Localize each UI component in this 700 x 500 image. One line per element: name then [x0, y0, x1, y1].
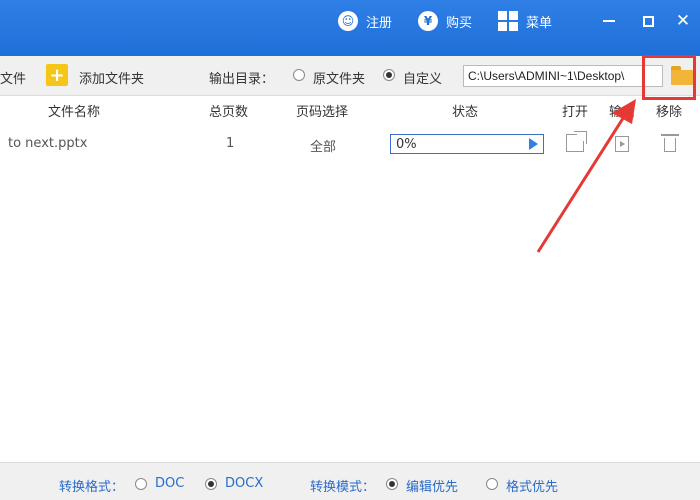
add-file-button[interactable]: 文件 — [0, 68, 26, 87]
format-doc-label[interactable]: DOC — [155, 476, 184, 491]
minimize-icon — [603, 20, 615, 22]
trash-icon[interactable] — [661, 134, 679, 152]
minimize-button[interactable] — [598, 10, 620, 32]
close-icon: ✕ — [675, 10, 691, 31]
open-arrow-icon — [574, 131, 587, 144]
option-custom-label[interactable]: 自定义 — [403, 68, 442, 87]
play-icon[interactable] — [529, 138, 538, 150]
trash-body — [664, 138, 676, 152]
menu-label: 菜单 — [526, 15, 553, 31]
output-path-field[interactable]: C:\Users\ADMINI~1\Desktop\ — [463, 65, 663, 87]
mode-edit-label[interactable]: 编辑优先 — [406, 476, 458, 495]
title-bar: ☺ 注册 ¥ 购买 菜单 ✕ — [0, 0, 700, 56]
maximize-button[interactable] — [637, 10, 659, 32]
yen-icon: ¥ — [418, 11, 438, 31]
output-dir-label: 输出目录： — [209, 72, 275, 87]
mode-format-label[interactable]: 格式优先 — [506, 476, 558, 495]
toolbar: 文件 + 添加文件夹 输出目录： 原文件夹 自定义 C:\Users\ADMIN… — [0, 56, 700, 96]
radio-edit-priority[interactable] — [386, 478, 398, 490]
radio-docx[interactable] — [205, 478, 217, 490]
row-filename: to next.pptx — [8, 136, 88, 151]
trash-lid — [661, 134, 679, 136]
header-filename[interactable]: 文件名称 — [48, 101, 100, 120]
register-label: 注册 — [366, 15, 393, 31]
header-page-select[interactable]: 页码选择 — [296, 101, 348, 120]
header-status[interactable]: 状态 — [452, 101, 478, 120]
mode-label: 转换模式： — [310, 480, 376, 495]
grid-menu-icon — [498, 11, 518, 31]
footer-bar: 转换格式： DOC DOCX 转换模式： 编辑优先 格式优先 — [0, 462, 700, 500]
user-icon: ☺ — [338, 11, 358, 31]
highlight-box — [642, 55, 696, 100]
radio-original-folder[interactable] — [293, 69, 305, 81]
menu-button[interactable]: 菜单 — [498, 10, 552, 32]
radio-format-priority[interactable] — [486, 478, 498, 490]
header-pages[interactable]: 总页数 — [209, 101, 248, 120]
radio-custom-folder[interactable] — [383, 69, 395, 81]
export-arrow-icon — [620, 141, 628, 147]
progress-text: 0% — [396, 137, 417, 152]
status-progress-bar: 0% — [390, 134, 544, 154]
maximize-icon — [642, 15, 654, 27]
header-open[interactable]: 打开 — [562, 101, 588, 120]
format-label: 转换格式： — [59, 480, 125, 495]
format-docx-label[interactable]: DOCX — [225, 476, 263, 491]
buy-button[interactable]: ¥ 购买 — [418, 10, 472, 32]
header-output[interactable]: 输出 — [609, 101, 635, 120]
option-original-label[interactable]: 原文件夹 — [313, 68, 365, 87]
register-button[interactable]: ☺ 注册 — [338, 10, 392, 32]
close-button[interactable]: ✕ — [672, 10, 694, 32]
radio-doc[interactable] — [135, 478, 147, 490]
add-folder-button[interactable]: 添加文件夹 — [79, 68, 144, 87]
add-folder-icon[interactable]: + — [46, 64, 68, 86]
header-remove[interactable]: 移除 — [656, 101, 682, 120]
buy-label: 购买 — [446, 15, 473, 31]
row-page-select[interactable]: 全部 — [310, 136, 336, 155]
row-pages: 1 — [226, 136, 235, 151]
